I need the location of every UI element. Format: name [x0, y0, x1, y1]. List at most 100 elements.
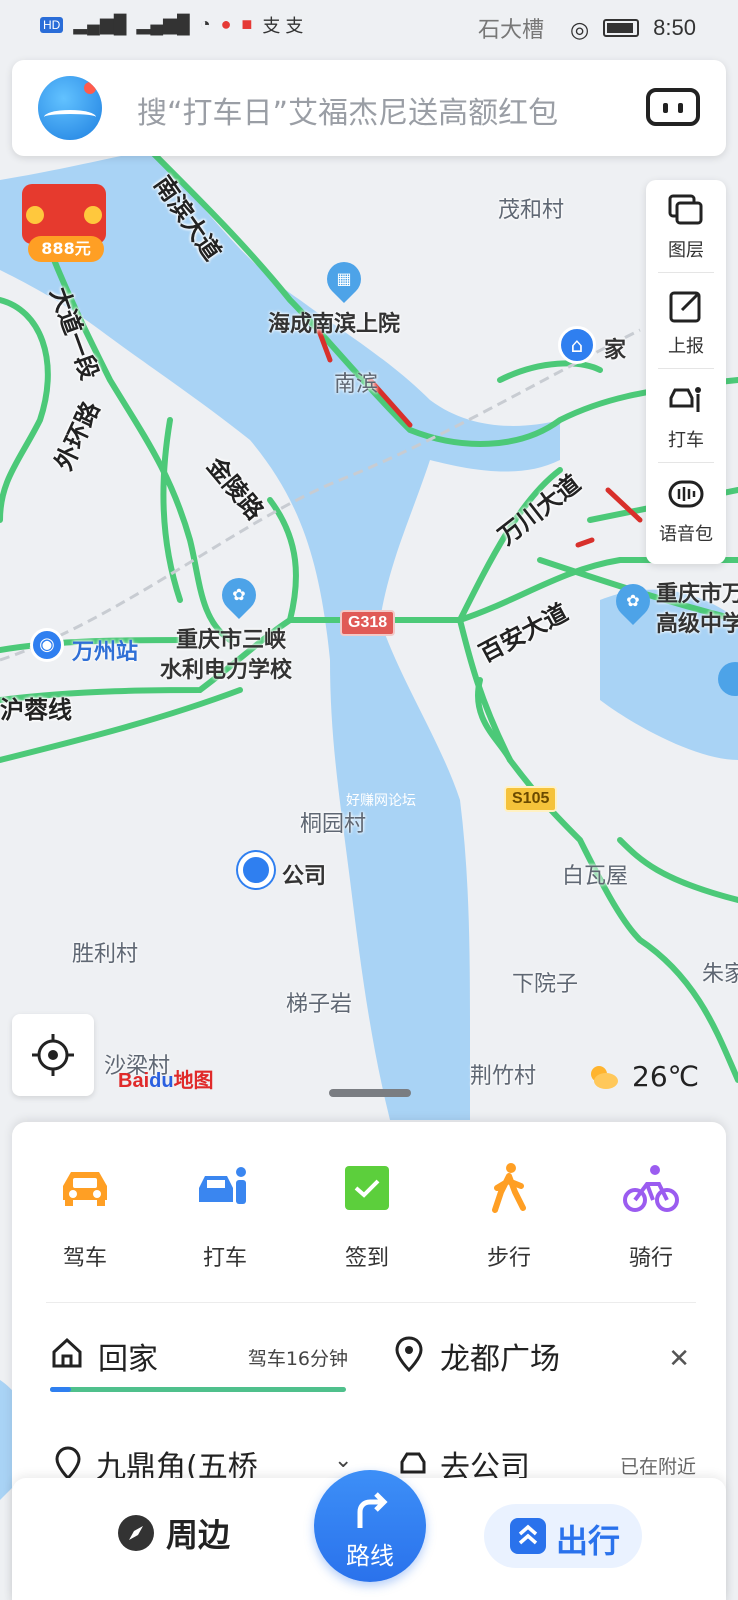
traffic-bar-progress [50, 1387, 71, 1392]
nav-nearby-label: 周边 [166, 1516, 231, 1554]
mode-checkin-label: 签到 [344, 1246, 389, 1271]
status-bar: HD ▂▄▆█ ▂▄▆█ ◔ ● ■ 支 支 石大槽 ◎ 8:50 [0, 0, 738, 50]
locate-crosshair-icon [32, 1034, 74, 1076]
logo-text-du: du [149, 1070, 174, 1092]
tool-voice-pack-label: 语音包 [659, 524, 713, 545]
checkin-icon [345, 1166, 389, 1210]
red-packet-amount: 888元 [28, 236, 104, 262]
search-input[interactable]: 搜“打车日”艾福杰尼送高额红包 [137, 88, 558, 132]
coin-icon [26, 206, 44, 224]
divider [658, 462, 714, 463]
mode-drive[interactable]: 驾车 [30, 1162, 140, 1272]
tool-layers[interactable]: 图层 [646, 180, 726, 272]
close-icon[interactable]: ✕ [668, 1344, 690, 1374]
favorites-row: 回家 驾车16分钟 龙都广场 ✕ [12, 1318, 726, 1398]
ar-scan-icon[interactable] [646, 88, 700, 126]
temperature: 26℃ [632, 1060, 700, 1093]
bottom-nav: 周边 路线 出行 [12, 1470, 726, 1600]
station-marker-icon[interactable]: ◉ [30, 628, 64, 662]
place-haicheng: 海成南滨上院 [268, 312, 401, 337]
road-label-hurong-xian: 沪蓉线 [0, 696, 72, 724]
go-home-label: 回家 [98, 1342, 158, 1377]
traffic-bar [50, 1387, 346, 1392]
taxi-icon [199, 1167, 246, 1204]
place-zhujia: 朱家 [702, 962, 738, 987]
suggestion-commute: 去公司 [440, 1450, 530, 1482]
location-status-icon: ◎ [569, 17, 590, 42]
red-packet-promo[interactable]: 888元 [14, 178, 114, 290]
tool-taxi-label: 打车 [668, 430, 704, 451]
mode-taxi-label: 打车 [202, 1246, 247, 1271]
sheet-drag-handle[interactable] [329, 1089, 411, 1097]
tool-taxi[interactable]: 打车 [646, 370, 726, 462]
report-edit-icon [669, 291, 701, 323]
mode-bike[interactable]: 骑行 [596, 1162, 706, 1272]
company-location-marker[interactable] [238, 852, 274, 888]
mic-status-icon: ■ [241, 14, 253, 34]
hd-indicator: HD [40, 17, 64, 33]
place-nanbin: 南滨 [334, 372, 379, 397]
clock: 8:50 [653, 15, 696, 40]
place-baiwawu: 白瓦屋 [562, 864, 629, 889]
baidu-map-logo-icon[interactable] [38, 76, 102, 140]
baidu-map-watermark-logo: Baidu地图 [118, 1064, 214, 1093]
mode-drive-label: 驾车 [62, 1246, 107, 1271]
nav-nearby[interactable]: 周边 [116, 1510, 230, 1556]
tool-layers-label: 图层 [668, 240, 704, 261]
search-bar[interactable]: 搜“打车日”艾福杰尼送高额红包 [12, 60, 726, 156]
tool-report[interactable]: 上报 [646, 276, 726, 368]
coin-icon-2 [84, 206, 102, 224]
logo-text-ditu: 地图 [173, 1070, 214, 1092]
place-company: 公司 [282, 864, 327, 889]
place-wanzhou-station: 万州站 [72, 640, 139, 665]
place-chongqing-school-line2: 高级中学 [656, 612, 738, 637]
mode-checkin[interactable]: 签到 [312, 1162, 422, 1272]
nav-travel[interactable]: 出行 [484, 1504, 642, 1568]
taxi-icon [669, 387, 701, 412]
go-home-shortcut[interactable]: 回家 驾车16分钟 [50, 1332, 348, 1392]
divider [658, 368, 714, 369]
place-home: 家 [604, 338, 627, 363]
wifi-icon: ◔ [199, 14, 211, 34]
mode-bike-label: 骑行 [628, 1246, 673, 1271]
car-outline-icon [400, 1452, 426, 1474]
chevron-down-icon[interactable]: ⌄ [334, 1448, 352, 1473]
location-pin-status-icon: ● [220, 14, 232, 34]
travel-icon [510, 1518, 546, 1554]
favorite-destination-label: 龙都广场 [440, 1342, 560, 1377]
location-pin-icon [55, 1446, 81, 1480]
divider [658, 272, 714, 273]
nav-route-label: 路线 [346, 1542, 394, 1570]
home-marker-icon[interactable]: ⌂ [558, 326, 596, 364]
location-pin-icon [395, 1336, 423, 1372]
home-icon [52, 1337, 82, 1368]
divider [46, 1302, 696, 1303]
partly-cloudy-icon [591, 1065, 618, 1089]
mode-walk[interactable]: 步行 [454, 1162, 564, 1272]
route-arrow-icon [357, 1492, 388, 1528]
place-shenglicun: 胜利村 [72, 942, 139, 967]
place-tiziyan: 梯子岩 [286, 992, 353, 1017]
nav-route-button[interactable]: 路线 [314, 1470, 426, 1582]
suggestion-place: 九鼎角(五桥 [96, 1450, 258, 1482]
bike-icon [623, 1165, 679, 1212]
weather-widget[interactable]: 26℃ [586, 1060, 699, 1093]
voice-pack-icon [668, 480, 704, 508]
tool-report-label: 上报 [668, 336, 704, 357]
compass-icon [118, 1515, 154, 1551]
nav-travel-label: 出行 [556, 1522, 621, 1560]
place-xiayuanzi: 下院子 [512, 972, 579, 997]
walk-icon [492, 1163, 526, 1213]
locate-button[interactable] [12, 1014, 94, 1096]
mode-taxi[interactable]: 打车 [170, 1162, 280, 1272]
battery-icon [603, 19, 640, 37]
tool-voice-pack[interactable]: 语音包 [646, 464, 726, 556]
place-chongqing-school-line1: 重庆市万 [656, 582, 738, 607]
suggestion-status: 已在附近 [619, 1456, 696, 1478]
layers-icon [668, 194, 703, 225]
mode-walk-label: 步行 [486, 1246, 531, 1271]
place-maohecun: 茂和村 [498, 198, 565, 223]
map-tool-panel: 图层 上报 打车 语音包 [646, 180, 726, 564]
location-label: 石大槽 [477, 17, 544, 42]
place-tongyuancun: 桐园村 [300, 812, 367, 837]
